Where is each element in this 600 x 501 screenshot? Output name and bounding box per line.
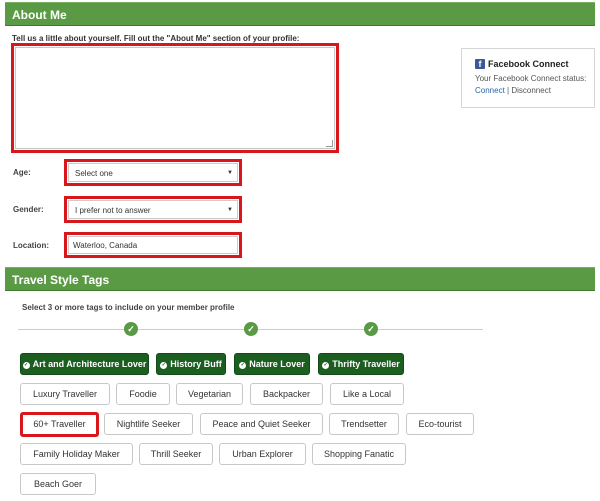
check-icon: ✓ xyxy=(160,362,168,369)
about-me-header: About Me xyxy=(5,2,595,26)
tag-family-holiday-maker[interactable]: Family Holiday Maker xyxy=(20,443,133,465)
resize-grip-icon[interactable] xyxy=(326,140,333,147)
tag-label: Thrifty Traveller xyxy=(332,359,400,369)
about-me-instruction: Tell us a little about yourself. Fill ou… xyxy=(12,34,300,43)
tag-eco-tourist[interactable]: Eco-tourist xyxy=(406,413,474,435)
tag-60-plus-traveller[interactable]: 60+ Traveller xyxy=(20,412,99,437)
age-select[interactable]: Select one ▼ xyxy=(68,163,238,182)
tag-backpacker[interactable]: Backpacker xyxy=(250,383,323,405)
about-me-highlight xyxy=(11,43,339,153)
tag-peace-and-quiet-seeker[interactable]: Peace and Quiet Seeker xyxy=(200,413,323,435)
tag-trendsetter[interactable]: Trendsetter xyxy=(329,413,399,435)
progress-check-icon: ✓ xyxy=(364,322,378,336)
tag-selected[interactable]: ✓ History Buff xyxy=(156,353,226,375)
gender-select[interactable]: I prefer not to answer ▼ xyxy=(68,200,238,219)
check-icon: ✓ xyxy=(22,362,30,369)
progress-check-icon: ✓ xyxy=(124,322,138,336)
tag-like-a-local[interactable]: Like a Local xyxy=(330,383,404,405)
location-highlight xyxy=(64,232,242,258)
tag-selected[interactable]: ✓ Thrifty Traveller xyxy=(318,353,404,375)
tag-label: Nature Lover xyxy=(249,359,305,369)
facebook-connect-title-row: f Facebook Connect xyxy=(475,59,594,69)
tag-label: Art and Architecture Lover xyxy=(32,359,147,369)
tag-foodie[interactable]: Foodie xyxy=(116,383,170,405)
gender-select-value: I prefer not to answer xyxy=(75,206,151,215)
location-label: Location: xyxy=(13,241,49,250)
link-separator: | xyxy=(507,86,510,95)
gender-highlight: I prefer not to answer ▼ xyxy=(64,196,242,223)
tag-urban-explorer[interactable]: Urban Explorer xyxy=(219,443,306,465)
facebook-icon: f xyxy=(475,59,485,69)
facebook-disconnect-link[interactable]: Disconnect xyxy=(511,86,551,95)
tag-beach-goer[interactable]: Beach Goer xyxy=(20,473,96,495)
age-select-value: Select one xyxy=(75,169,113,178)
gender-label: Gender: xyxy=(13,205,44,214)
chevron-down-icon: ▼ xyxy=(227,207,233,213)
tag-luxury-traveller[interactable]: Luxury Traveller xyxy=(20,383,110,405)
tag-nightlife-seeker[interactable]: Nightlife Seeker xyxy=(104,413,193,435)
tag-thrill-seeker[interactable]: Thrill Seeker xyxy=(139,443,213,465)
travel-style-instruction: Select 3 or more tags to include on your… xyxy=(22,303,235,312)
about-me-textarea[interactable] xyxy=(15,47,335,149)
chevron-down-icon: ▼ xyxy=(227,170,233,176)
age-label: Age: xyxy=(13,168,31,177)
tag-label: History Buff xyxy=(170,359,222,369)
progress-check-icon: ✓ xyxy=(244,322,258,336)
location-input[interactable] xyxy=(68,236,238,254)
check-icon: ✓ xyxy=(322,362,330,369)
facebook-links: Connect | Disconnect xyxy=(475,86,594,95)
tag-vegetarian[interactable]: Vegetarian xyxy=(176,383,243,405)
check-icon: ✓ xyxy=(239,362,247,369)
facebook-status-text: Your Facebook Connect status: xyxy=(475,74,587,83)
facebook-connect-panel: f Facebook Connect Your Facebook Connect… xyxy=(461,48,595,108)
tag-shopping-fanatic[interactable]: Shopping Fanatic xyxy=(312,443,406,465)
travel-style-header: Travel Style Tags xyxy=(5,267,595,291)
tag-selected[interactable]: ✓ Art and Architecture Lover xyxy=(20,353,149,375)
facebook-connect-title: Facebook Connect xyxy=(488,59,569,69)
tag-selected[interactable]: ✓ Nature Lover xyxy=(234,353,310,375)
age-highlight: Select one ▼ xyxy=(64,159,242,186)
facebook-connect-link[interactable]: Connect xyxy=(475,86,505,95)
